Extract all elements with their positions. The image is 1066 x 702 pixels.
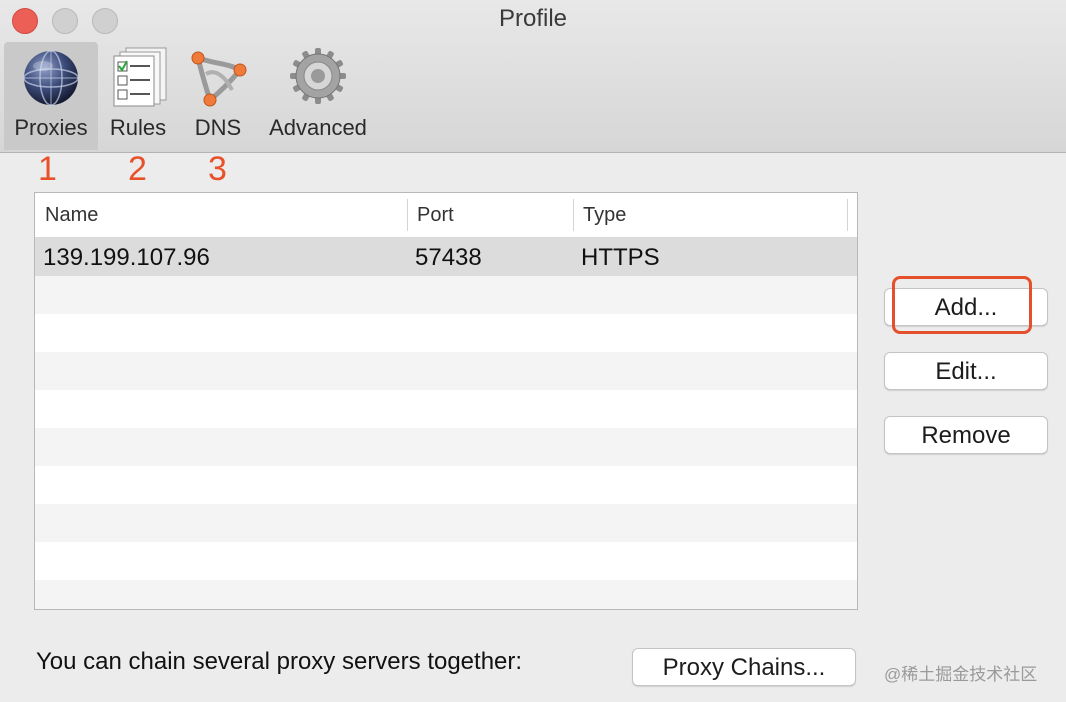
empty-table-row <box>35 428 857 466</box>
tab-advanced[interactable]: Advanced <box>262 42 374 150</box>
checklist-icon <box>113 47 167 107</box>
column-divider <box>847 199 848 231</box>
column-header-port[interactable]: Port <box>417 193 454 237</box>
table-row[interactable]: 139.199.107.96 57438 HTTPS <box>35 238 857 276</box>
tab-dns-label: DNS <box>194 115 242 140</box>
empty-table-row <box>35 390 857 428</box>
proxy-port-cell: 57438 <box>415 244 482 271</box>
proxy-table: Name Port Type 139.199.107.96 57438 HTTP… <box>34 192 858 610</box>
annotation-number-2: 2 <box>128 150 147 188</box>
empty-table-row <box>35 276 857 314</box>
gear-icon <box>290 48 346 104</box>
tab-proxies-label: Proxies <box>14 115 88 140</box>
title-bar: Profile Proxies Rules DNS Advanced <box>0 0 1066 153</box>
window-title: Profile <box>498 5 568 32</box>
edit-proxy-button[interactable]: Edit... <box>884 352 1048 390</box>
globe-icon <box>23 50 79 106</box>
tab-advanced-label: Advanced <box>269 115 367 140</box>
tab-dns[interactable]: DNS <box>182 42 254 150</box>
empty-table-row <box>35 580 857 609</box>
remove-proxy-button[interactable]: Remove <box>884 416 1048 454</box>
column-divider <box>407 199 408 231</box>
proxy-chains-button[interactable]: Proxy Chains... <box>632 648 856 686</box>
highlight-annotation-box <box>892 276 1032 334</box>
tab-rules-label: Rules <box>109 115 167 140</box>
column-header-type[interactable]: Type <box>583 193 626 237</box>
empty-table-row <box>35 314 857 352</box>
empty-table-row <box>35 466 857 504</box>
annotation-number-3: 3 <box>208 150 227 188</box>
proxy-name-cell: 139.199.107.96 <box>43 244 210 271</box>
proxy-type-cell: HTTPS <box>581 244 660 271</box>
dns-network-icon <box>191 51 247 107</box>
empty-table-row <box>35 352 857 390</box>
tab-proxies[interactable]: Proxies <box>4 42 98 150</box>
column-header-name[interactable]: Name <box>45 193 98 237</box>
proxy-chain-hint: You can chain several proxy servers toge… <box>36 648 523 675</box>
column-divider <box>573 199 574 231</box>
tab-rules[interactable]: Rules <box>100 42 176 150</box>
table-header: Name Port Type <box>35 193 857 238</box>
watermark-text: @稀土掘金技术社区 <box>884 665 1038 684</box>
empty-table-row <box>35 504 857 542</box>
annotation-number-1: 1 <box>38 150 57 188</box>
empty-table-row <box>35 542 857 580</box>
